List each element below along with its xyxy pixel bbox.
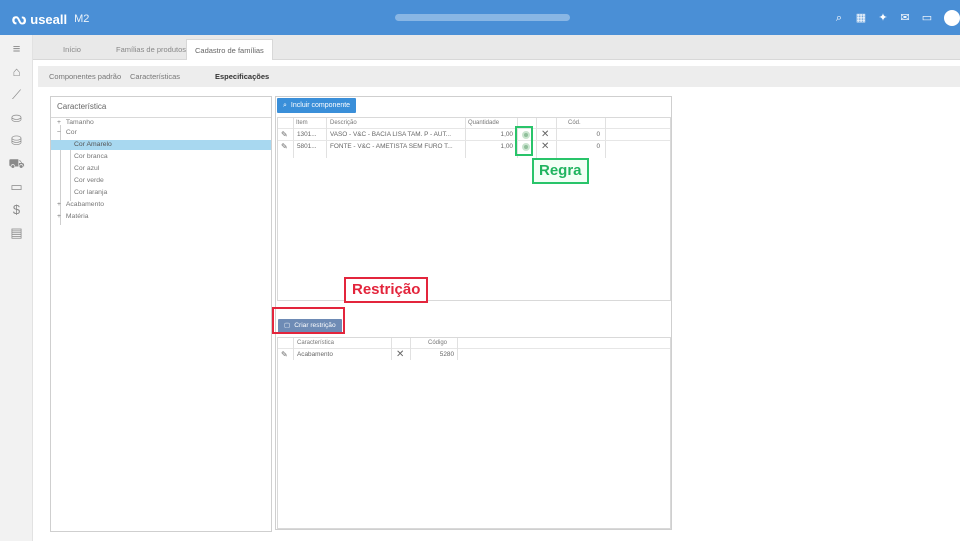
- col-divider: [536, 118, 537, 158]
- tab-bar: Início Famílias de produtos Cadastro de …: [33, 35, 960, 60]
- col-divider: [457, 338, 458, 360]
- restriction-callout: Restrição: [344, 277, 429, 303]
- grid-icon[interactable]: ▦: [850, 8, 872, 28]
- edit-pencil-icon[interactable]: ✎: [281, 142, 288, 151]
- tree-expander[interactable]: −: [57, 129, 61, 136]
- grid-header-divider: [278, 348, 670, 349]
- tree-item-materia[interactable]: + Matéria: [51, 212, 271, 222]
- tree-item-tamanho[interactable]: + Tamanho: [51, 118, 271, 128]
- subtab-componentes-padrao[interactable]: Componentes padrão: [49, 66, 121, 87]
- col-divider: [326, 118, 327, 158]
- remove-x-icon[interactable]: ✕: [541, 142, 549, 152]
- tab-familias-de-produtos[interactable]: Famílias de produtos: [108, 39, 194, 60]
- basket-icon[interactable]: ⛀: [0, 106, 33, 129]
- grid-header-divider: [278, 128, 670, 129]
- col-header-characteristic[interactable]: Característica: [297, 338, 334, 348]
- product-name: M2: [74, 13, 90, 25]
- col-divider: [556, 118, 557, 158]
- remove-x-icon[interactable]: ✕: [396, 350, 404, 360]
- col-divider: [465, 118, 466, 158]
- component-description: FONTE - V&C - AMETISTA SEM FURO T...: [330, 143, 453, 150]
- tree-item-label: Cor: [65, 129, 77, 136]
- brand-name: useall: [30, 11, 68, 27]
- col-divider: [605, 118, 606, 158]
- tab-inicio[interactable]: Início: [55, 39, 89, 60]
- restriction-characteristic: Acabamento: [297, 351, 333, 358]
- col-header-quantity[interactable]: Quantidade: [468, 118, 499, 128]
- tree-item-cor-branca[interactable]: Cor branca: [51, 152, 271, 162]
- header-icons: ⌕ ▦ ✦ ✉ ▭: [828, 8, 960, 28]
- chat-icon[interactable]: ▭: [916, 8, 938, 28]
- col-header-code[interactable]: Cód.: [568, 118, 581, 128]
- restrictions-grid: Característica Código ✎ Acabamento ✕ 528…: [277, 337, 671, 529]
- restriction-code: 5280: [439, 351, 454, 358]
- dollar-icon[interactable]: $: [0, 198, 33, 221]
- rule-callout: Regra: [532, 158, 589, 184]
- tab-cadastro-de-familias[interactable]: Cadastro de famílias: [186, 39, 273, 60]
- component-description: VASO - V&C - BACIA LISA TAM. P - AUT...: [330, 131, 451, 138]
- tree-item-label: Matéria: [65, 213, 89, 220]
- brand-logo[interactable]: ᔓ useall M2: [12, 9, 89, 29]
- component-item: 5801...: [297, 143, 317, 150]
- tree-expander[interactable]: +: [57, 119, 61, 126]
- chart-icon[interactable]: ⟋: [0, 83, 33, 106]
- redacted-header-text: [395, 14, 570, 21]
- restriction-highlight-box: [272, 307, 345, 334]
- tree-item-label: Cor laranja: [74, 189, 108, 196]
- menu-icon[interactable]: ≡: [0, 37, 33, 60]
- sidebar: ≡ ⌂ ⟋ ⛀ ⛁ ⛟ ▭ $ ▤: [0, 35, 33, 541]
- subtab-especificacoes[interactable]: Especificações: [215, 66, 269, 87]
- tree-item-label: Tamanho: [65, 119, 94, 126]
- tree-item-label: Cor branca: [74, 153, 108, 160]
- calculator-icon[interactable]: ▤: [0, 221, 33, 244]
- tree-item-acabamento[interactable]: + Acabamento: [51, 200, 271, 210]
- tree-title: Característica: [57, 102, 107, 111]
- tree-expander[interactable]: +: [57, 213, 61, 220]
- user-avatar[interactable]: [944, 10, 960, 26]
- col-divider: [293, 338, 294, 360]
- subtab-bar: Componentes padrão Características Espec…: [38, 66, 960, 87]
- tree-item-cor-amarelo[interactable]: Cor Amarelo: [51, 140, 271, 150]
- tree-item-label: Cor verde: [74, 177, 104, 184]
- search-icon[interactable]: ⌕: [828, 8, 850, 28]
- components-grid: Item Descrição Quantidade Cód. ✎ 1301...…: [277, 117, 671, 301]
- useall-logo-icon: ᔓ: [12, 11, 27, 28]
- component-quantity: 1,00: [500, 143, 513, 150]
- tree-item-cor[interactable]: − Cor: [51, 128, 271, 138]
- subtab-caracteristicas[interactable]: Características: [130, 66, 180, 87]
- component-quantity: 1,00: [500, 131, 513, 138]
- component-code: 0: [596, 143, 600, 150]
- home-icon[interactable]: ⌂: [0, 60, 33, 83]
- cart-icon[interactable]: ⛟: [0, 152, 33, 175]
- rule-highlight-box: [515, 126, 533, 156]
- add-component-label: Incluir componente: [290, 102, 351, 109]
- remove-x-icon[interactable]: ✕: [541, 130, 549, 140]
- col-header-item[interactable]: Item: [296, 118, 308, 128]
- card-icon[interactable]: ▭: [0, 175, 33, 198]
- edit-pencil-icon[interactable]: ✎: [281, 130, 288, 139]
- tree-item-cor-verde[interactable]: Cor verde: [51, 176, 271, 186]
- search-icon: ⌕: [283, 102, 287, 109]
- col-header-description[interactable]: Descrição: [330, 118, 357, 128]
- tree-expander[interactable]: +: [57, 201, 61, 208]
- component-item: 1301...: [297, 131, 317, 138]
- edit-pencil-icon[interactable]: ✎: [281, 350, 288, 359]
- row-divider: [278, 140, 670, 141]
- tree-item-label: Cor Amarelo: [74, 141, 112, 148]
- tree-item-cor-laranja[interactable]: Cor laranja: [51, 188, 271, 198]
- tree-item-label: Acabamento: [65, 201, 105, 208]
- coins-icon[interactable]: ⛁: [0, 129, 33, 152]
- tree-item-cor-azul[interactable]: Cor azul: [51, 164, 271, 174]
- col-header-code[interactable]: Código: [428, 338, 447, 348]
- shirt-icon[interactable]: ✦: [872, 8, 894, 28]
- col-divider: [391, 338, 392, 360]
- col-divider: [293, 118, 294, 158]
- col-divider: [410, 338, 411, 360]
- add-component-button[interactable]: ⌕ Incluir componente: [277, 98, 357, 113]
- characteristic-tree-panel: Característica + Tamanho − Cor Cor Amare…: [50, 96, 272, 532]
- tree-item-label: Cor azul: [74, 165, 100, 172]
- component-code: 0: [596, 131, 600, 138]
- mail-icon[interactable]: ✉: [894, 8, 916, 28]
- top-bar: ᔓ useall M2 ⌕ ▦ ✦ ✉ ▭: [0, 0, 960, 35]
